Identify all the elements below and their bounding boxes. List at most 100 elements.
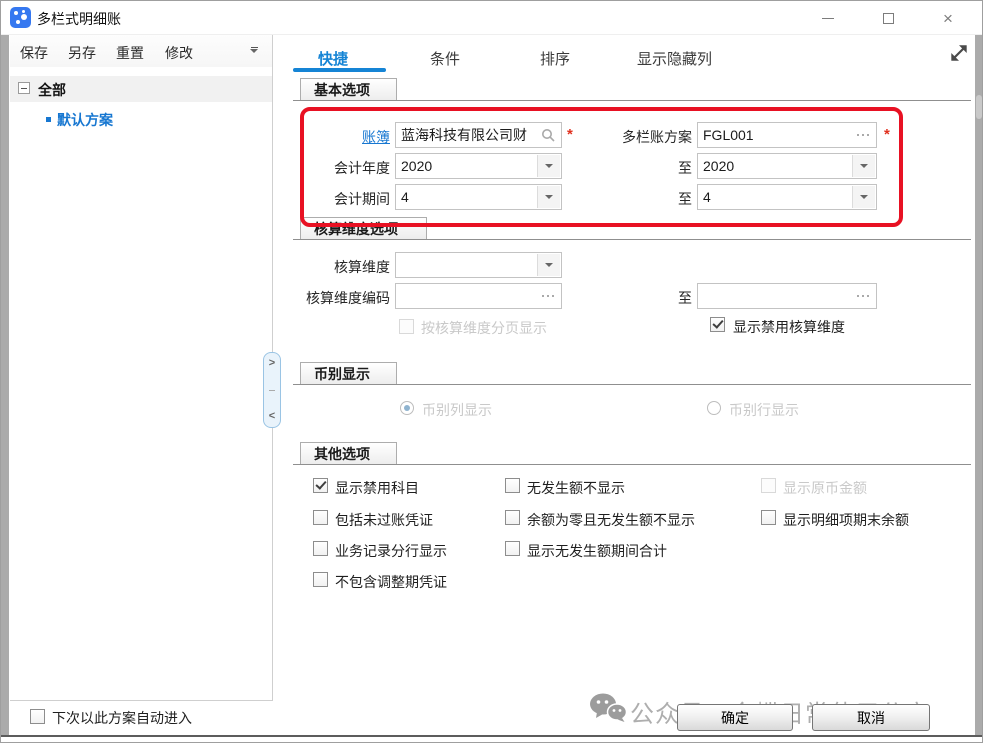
show-disabled-dimension-checkbox[interactable] — [710, 317, 725, 332]
ellipsis-more-icon[interactable] — [542, 295, 554, 297]
hide-no-activity-checkbox[interactable] — [505, 478, 520, 493]
section-currency-display: 币别显示 — [300, 362, 397, 385]
divider — [293, 100, 971, 101]
period-from-select[interactable]: 4 — [395, 184, 562, 210]
dimension-code-to-input[interactable] — [697, 283, 877, 309]
save-button[interactable]: 保存 — [20, 43, 48, 63]
show-disabled-dimension-label[interactable]: 显示禁用核算维度 — [733, 317, 845, 337]
paging-by-dimension-checkbox — [399, 319, 414, 334]
show-disabled-accounts-checkbox[interactable] — [313, 478, 328, 493]
section-basic-options: 基本选项 — [300, 78, 397, 101]
dropdown-arrow-icon[interactable] — [852, 186, 875, 208]
dimension-select[interactable] — [395, 252, 562, 278]
to-label: 至 — [650, 189, 692, 209]
active-tab-underline — [293, 68, 386, 72]
fiscal-year-from-select[interactable]: 2020 — [395, 153, 562, 179]
hide-zero-balance-label[interactable]: 余额为零且无发生额不显示 — [527, 510, 695, 530]
fiscal-year-from-value: 2020 — [401, 158, 556, 174]
include-unposted-vouchers-label[interactable]: 包括未过账凭证 — [335, 510, 433, 530]
ledger-link-label[interactable]: 账簿 — [300, 127, 390, 147]
modify-button[interactable]: 修改 — [165, 43, 193, 63]
dropdown-arrow-icon[interactable] — [537, 254, 560, 276]
scheme-value: FGL001 — [703, 127, 871, 143]
currency-row-radio — [707, 401, 721, 415]
auto-enter-label[interactable]: 下次以此方案自动进入 — [52, 708, 192, 728]
hide-zero-balance-checkbox[interactable] — [505, 510, 520, 525]
show-no-activity-period-total-checkbox[interactable] — [505, 541, 520, 556]
panel-splitter[interactable]: > < — [263, 352, 281, 428]
show-detail-ending-balance-label[interactable]: 显示明细项期末余额 — [783, 510, 909, 530]
ledger-value: 蓝海科技有限公司财 — [401, 125, 556, 145]
left-panel-bottom-divider — [10, 700, 273, 701]
tab-quick[interactable]: 快捷 — [318, 48, 348, 69]
show-no-activity-period-total-label[interactable]: 显示无发生额期间合计 — [527, 541, 667, 561]
cancel-button[interactable]: 取消 — [812, 704, 930, 731]
ellipsis-more-icon[interactable] — [857, 295, 869, 297]
maximize-button[interactable] — [872, 5, 904, 31]
page-title: 多栏式明细账 — [37, 9, 121, 29]
toolbar-overflow-icon[interactable] — [249, 47, 259, 53]
app-logo-icon — [10, 7, 31, 28]
required-mark: * — [567, 126, 573, 143]
dropdown-arrow-icon[interactable] — [537, 155, 560, 177]
business-records-split-rows-checkbox[interactable] — [313, 541, 328, 556]
business-records-split-rows-label[interactable]: 业务记录分行显示 — [335, 541, 447, 561]
currency-row-radio-label: 币别行显示 — [729, 400, 799, 420]
tree-expander-icon[interactable] — [18, 82, 30, 94]
section-dimension-options: 核算维度选项 — [300, 217, 427, 240]
section-other-options: 其他选项 — [300, 442, 397, 465]
required-mark: * — [884, 126, 890, 143]
window-bottom-edge — [0, 735, 983, 737]
exclude-adjustment-period-label[interactable]: 不包含调整期凭证 — [335, 572, 447, 592]
title-bar: 多栏式明细账 × — [0, 0, 983, 35]
close-button[interactable]: × — [932, 5, 964, 31]
hide-no-activity-label[interactable]: 无发生额不显示 — [527, 478, 625, 498]
exclude-adjustment-period-checkbox[interactable] — [313, 572, 328, 587]
left-edge-strip — [0, 35, 9, 736]
save-as-button[interactable]: 另存 — [68, 43, 96, 63]
window-border — [0, 0, 983, 743]
close-icon: × — [943, 10, 953, 27]
ok-button[interactable]: 确定 — [677, 704, 793, 731]
show-original-currency-checkbox — [761, 478, 776, 493]
tab-show-hide-columns[interactable]: 显示隐藏列 — [637, 48, 712, 69]
right-edge-strip — [975, 35, 983, 736]
dropdown-arrow-icon[interactable] — [537, 186, 560, 208]
tree-root-label: 全部 — [38, 80, 66, 100]
minimize-icon — [822, 18, 834, 19]
search-icon[interactable] — [541, 128, 556, 143]
dimension-code-label: 核算维度编码 — [290, 288, 390, 308]
chevron-right-icon[interactable]: > — [269, 358, 275, 369]
period-to-value: 4 — [703, 189, 871, 205]
tab-condition[interactable]: 条件 — [430, 48, 460, 69]
show-original-currency-label: 显示原币金额 — [783, 478, 867, 498]
to-label: 至 — [650, 288, 692, 308]
period-to-select[interactable]: 4 — [697, 184, 877, 210]
tree-child-bullet-icon — [46, 117, 51, 122]
chevron-left-icon[interactable]: < — [269, 411, 275, 422]
to-label: 至 — [650, 158, 692, 178]
divider — [293, 384, 971, 385]
fiscal-year-to-value: 2020 — [703, 158, 871, 174]
fiscal-year-label: 会计年度 — [300, 158, 390, 178]
show-disabled-accounts-label[interactable]: 显示禁用科目 — [335, 478, 419, 498]
splitter-handle[interactable] — [269, 390, 275, 391]
right-strip-thumb — [976, 95, 982, 119]
wechat-icon — [588, 692, 628, 724]
tree-item-default-scheme[interactable]: 默认方案 — [57, 110, 113, 130]
tab-sort[interactable]: 排序 — [540, 48, 570, 69]
dropdown-arrow-icon[interactable] — [852, 155, 875, 177]
ledger-input[interactable]: 蓝海科技有限公司财 — [395, 122, 562, 148]
show-detail-ending-balance-checkbox[interactable] — [761, 510, 776, 525]
paging-by-dimension-label: 按核算维度分页显示 — [421, 318, 547, 338]
dimension-code-from-input[interactable] — [395, 283, 562, 309]
ellipsis-more-icon[interactable] — [857, 134, 869, 136]
divider — [293, 464, 971, 465]
expand-icon[interactable] — [948, 42, 970, 64]
minimize-button[interactable] — [812, 5, 844, 31]
include-unposted-vouchers-checkbox[interactable] — [313, 510, 328, 525]
multi-column-scheme-input[interactable]: FGL001 — [697, 122, 877, 148]
fiscal-year-to-select[interactable]: 2020 — [697, 153, 877, 179]
reset-button[interactable]: 重置 — [116, 43, 144, 63]
auto-enter-checkbox[interactable] — [30, 709, 45, 724]
